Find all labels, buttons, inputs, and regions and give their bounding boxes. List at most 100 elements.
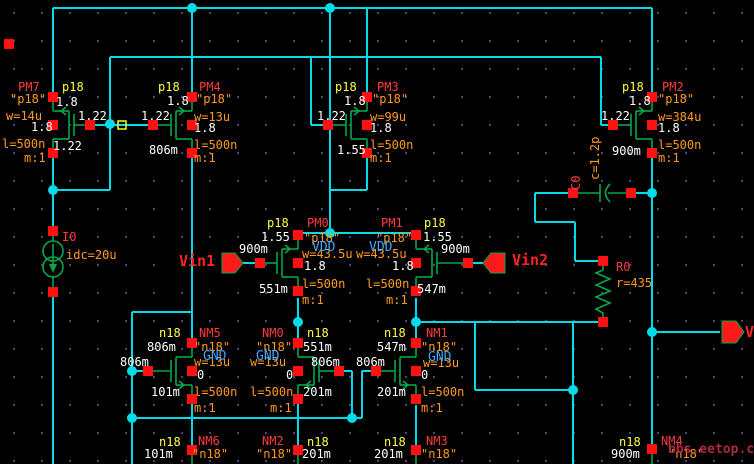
grid-dot (180, 207, 184, 211)
grid-dot (152, 347, 156, 351)
solder-dot (48, 185, 58, 195)
grid-dot (264, 263, 268, 267)
grid-dot (684, 431, 688, 435)
grid-dot (96, 95, 100, 99)
grid-dot (264, 235, 268, 239)
grid-dot (712, 207, 716, 211)
grid-dot (488, 151, 492, 155)
grid-dot (208, 263, 212, 267)
grid-dot (488, 235, 492, 239)
grid-dot (208, 39, 212, 43)
schematic-canvas[interactable]: PM7 p18 "p18" 1.8 w=14u 1.22 1.8 l=500n 1.22 m:1 p… (0, 0, 754, 464)
grid-dot (208, 347, 212, 351)
input-pin-vin2[interactable] (482, 252, 506, 274)
grid-dot (488, 375, 492, 379)
grid-dot (236, 347, 240, 351)
grid-dot (12, 431, 16, 435)
pin-square (647, 444, 657, 454)
grid-dot (264, 375, 268, 379)
grid-dot (516, 95, 520, 99)
grid-dot (656, 151, 660, 155)
pin-square (411, 394, 421, 404)
grid-dot (628, 67, 632, 71)
pin-square (362, 92, 372, 102)
grid-dot (404, 291, 408, 295)
grid-dot (712, 39, 716, 43)
grid-dot (600, 459, 604, 463)
grid-dot (432, 151, 436, 155)
grid-dot (124, 95, 128, 99)
grid-dot (712, 347, 716, 351)
grid-dot (68, 39, 72, 43)
solder-dot (105, 119, 115, 129)
grid-dot (124, 235, 128, 239)
grid-dot (544, 347, 548, 351)
grid-dot (12, 319, 16, 323)
grid-dot (96, 67, 100, 71)
grid-dot (236, 11, 240, 15)
grid-dot (460, 375, 464, 379)
grid-dot (152, 67, 156, 71)
grid-dot (712, 67, 716, 71)
current-source-arrow-icon (49, 264, 57, 273)
grid-dot (488, 291, 492, 295)
grid-dot (264, 39, 268, 43)
grid-dot (68, 179, 72, 183)
grid-dot (544, 459, 548, 463)
pin-square (48, 92, 58, 102)
grid-dot (236, 39, 240, 43)
grid-dot (348, 235, 352, 239)
grid-dot (656, 319, 660, 323)
grid-dot (124, 263, 128, 267)
grid-dot (180, 95, 184, 99)
grid-dot (180, 347, 184, 351)
grid-dot (740, 179, 744, 183)
grid-dot (516, 403, 520, 407)
grid-dot (124, 319, 128, 323)
grid-dot (516, 123, 520, 127)
grid-dot (740, 39, 744, 43)
grid-dot (404, 11, 408, 15)
schematic-graphics[interactable] (0, 0, 754, 464)
grid-dot (40, 375, 44, 379)
grid-dot (712, 263, 716, 267)
grid-dot (432, 459, 436, 463)
pin-square (647, 92, 657, 102)
grid-dot (12, 151, 16, 155)
grid-dot (320, 67, 324, 71)
grid-dot (712, 11, 716, 15)
grid-dot (572, 291, 576, 295)
pin-square (411, 230, 421, 240)
grid-dot (348, 291, 352, 295)
grid-dot (320, 375, 324, 379)
grid-dot (376, 95, 380, 99)
pin-square (647, 148, 657, 158)
grid-dot (236, 179, 240, 183)
grid-dot (348, 347, 352, 351)
grid-dot (656, 207, 660, 211)
grid-dot (628, 459, 632, 463)
grid-dot (404, 67, 408, 71)
solder-dot (647, 327, 657, 337)
resistor-r0[interactable] (593, 266, 613, 317)
solder-dot (568, 385, 578, 395)
pin-square (293, 366, 303, 376)
grid-dot (292, 431, 296, 435)
grid-dot (68, 431, 72, 435)
pin-square (293, 445, 303, 455)
grid-dot (208, 123, 212, 127)
grid-dot (460, 179, 464, 183)
pin-square (647, 120, 657, 130)
grid-dot (236, 459, 240, 463)
grid-dot (152, 431, 156, 435)
grid-dot (320, 179, 324, 183)
grid-dot (740, 235, 744, 239)
grid-dot (656, 67, 660, 71)
grid-dot (236, 319, 240, 323)
grid-dot (96, 319, 100, 323)
grid-dot (264, 123, 268, 127)
grid-dot (376, 459, 380, 463)
output-pin-vout[interactable] (721, 320, 745, 344)
pin-square (187, 394, 197, 404)
input-pin-vin1[interactable] (221, 252, 244, 274)
